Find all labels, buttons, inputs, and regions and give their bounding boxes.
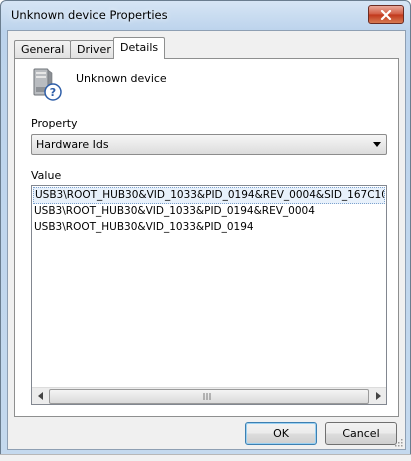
tab-driver[interactable]: Driver	[70, 40, 118, 58]
value-label: Value	[31, 169, 62, 182]
resize-grip-icon[interactable]	[393, 437, 403, 447]
list-item[interactable]: USB3\ROOT_HUB30&VID_1033&PID_0194&REV_00…	[33, 187, 385, 204]
property-dropdown[interactable]: Hardware Ids	[31, 134, 387, 155]
close-button[interactable]	[368, 5, 404, 24]
list-item[interactable]: USB3\ROOT_HUB30&VID_1033&PID_0194&REV_00…	[33, 204, 385, 219]
svg-text:?: ?	[50, 86, 56, 99]
property-label: Property	[31, 117, 78, 130]
tab-general[interactable]: General	[14, 40, 72, 58]
title-bar[interactable]: Unknown device Properties	[1, 1, 410, 29]
cancel-button[interactable]: Cancel	[325, 422, 397, 445]
chevron-down-icon	[373, 142, 381, 147]
value-listbox[interactable]: USB3\ROOT_HUB30&VID_1033&PID_0194&REV_00…	[31, 185, 387, 405]
arrow-right-icon	[375, 392, 381, 400]
unknown-device-icon: ?	[29, 67, 63, 101]
grip-icon	[203, 393, 211, 400]
property-selected-value: Hardware Ids	[36, 138, 109, 151]
close-icon	[380, 9, 392, 20]
scroll-right-button[interactable]	[370, 388, 386, 404]
details-panel: ? Unknown device Property Hardware Ids V…	[14, 58, 399, 417]
device-name: Unknown device	[76, 72, 167, 85]
properties-dialog: Unknown device Properties General Driver…	[0, 0, 411, 456]
scroll-left-button[interactable]	[32, 388, 48, 404]
window-title: Unknown device Properties	[11, 8, 168, 22]
arrow-left-icon	[37, 392, 43, 400]
tab-details[interactable]: Details	[113, 37, 166, 59]
ok-button[interactable]: OK	[245, 422, 317, 445]
list-item[interactable]: USB3\ROOT_HUB30&VID_1033&PID_0194	[33, 220, 385, 235]
scrollbar-thumb[interactable]	[49, 389, 369, 404]
horizontal-scrollbar[interactable]	[32, 387, 386, 404]
dialog-body: General Driver Details ? Unknown device …	[7, 30, 406, 450]
